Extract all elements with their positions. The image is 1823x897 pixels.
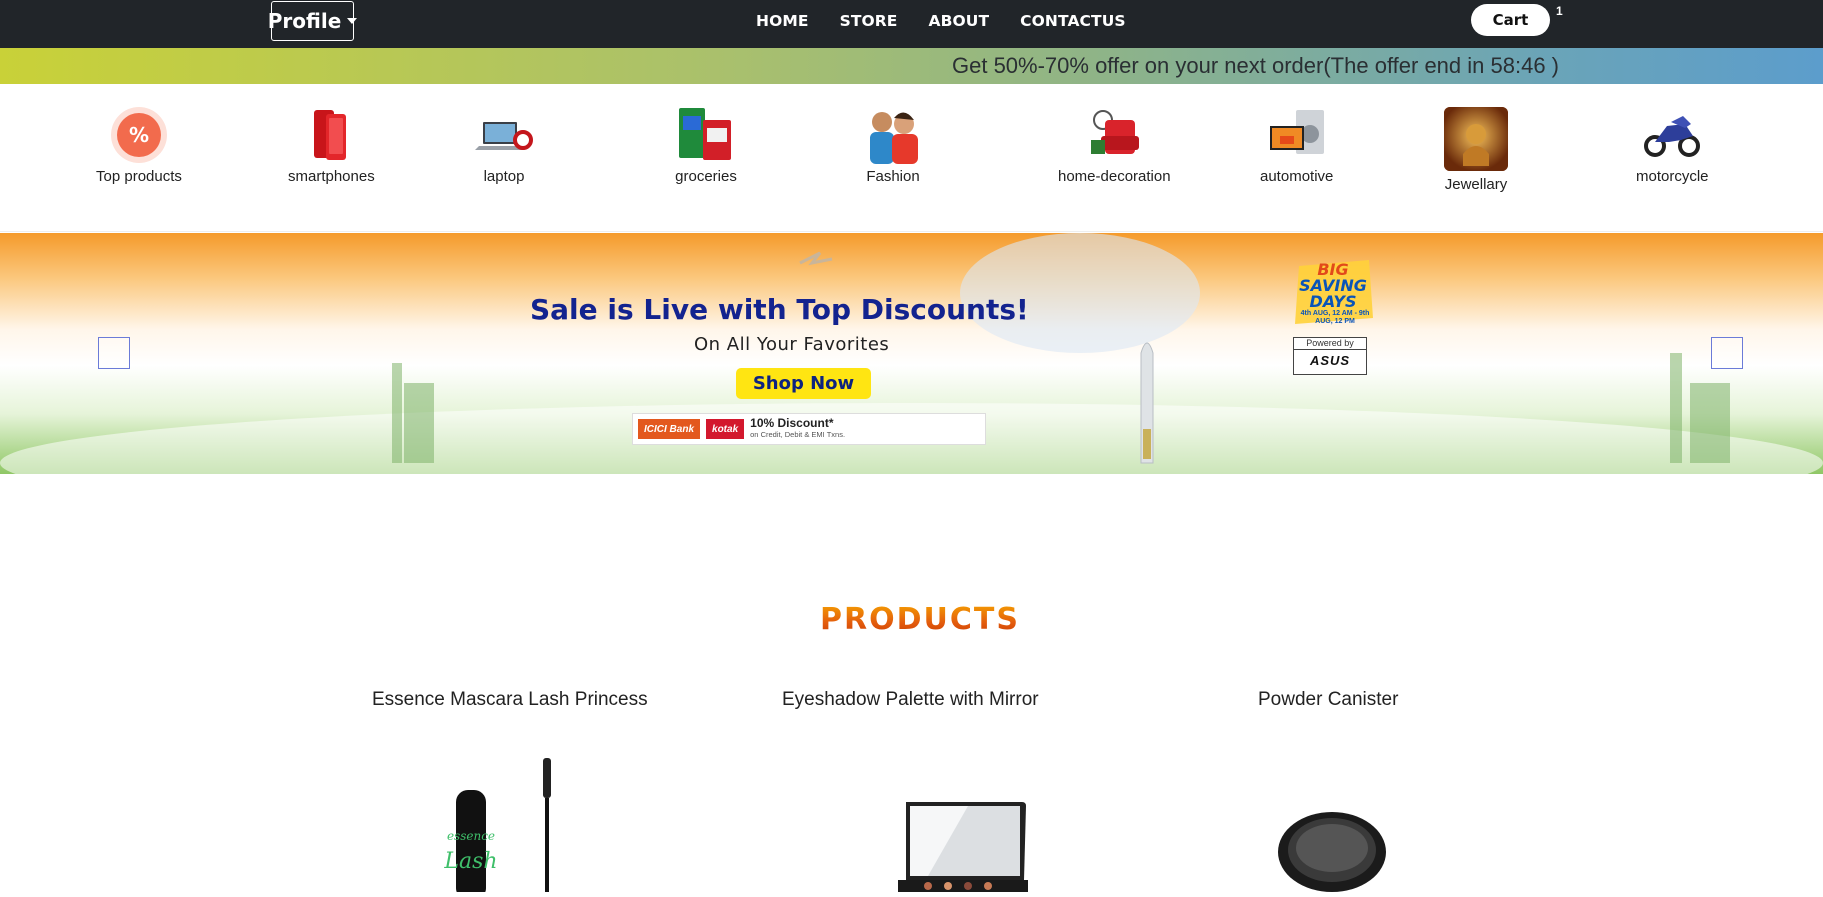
big-saving-days-badge: BIG SAVING DAYS 4th AUG, 12 AM - 9th AUG… <box>1289 258 1377 330</box>
category-groceries[interactable]: groceries <box>675 106 737 185</box>
product-name[interactable]: Eyeshadow Palette with Mirror <box>782 689 1039 711</box>
category-label: Fashion <box>866 168 920 185</box>
category-laptop[interactable]: laptop <box>473 106 535 185</box>
category-label: Jewellary <box>1444 176 1508 193</box>
nav-links: HOME STORE ABOUT CONTACTUS <box>756 0 1157 42</box>
category-label: laptop <box>483 168 525 185</box>
category-fashion[interactable]: Fashion <box>862 106 924 185</box>
product-name[interactable]: Essence Mascara Lash Princess <box>372 689 648 711</box>
kotak-bank-logo: kotak <box>706 419 745 439</box>
shop-now-button[interactable]: Shop Now <box>736 368 871 399</box>
nav-link-about[interactable]: ABOUT <box>929 12 990 30</box>
carousel-next-button[interactable] <box>1711 337 1743 369</box>
category-top-products[interactable]: % Top products <box>96 106 182 185</box>
discount-label: 10% Discount* <box>750 416 834 430</box>
banner-subtitle: On All Your Favorites <box>694 334 890 355</box>
laptop-icon <box>473 106 535 164</box>
icici-bank-logo: ICICI Bank <box>638 419 701 439</box>
bsd-heading: BIG SAVING DAYS <box>1299 260 1367 311</box>
fashion-icon <box>862 106 924 164</box>
carousel-prev-button[interactable] <box>98 337 130 369</box>
discount-note: on Credit, Debit & EMI Txns. <box>750 430 846 439</box>
nav-link-contactus[interactable]: CONTACTUS <box>1020 12 1126 30</box>
motorcycle-icon <box>1641 106 1703 164</box>
bsd-dates: 4th AUG, 12 AM - 9th AUG, 12 PM <box>1300 310 1370 325</box>
category-label: automotive <box>1260 168 1334 185</box>
powered-by-label: Powered by <box>1294 338 1366 350</box>
offer-banner: Get 50%-70% offer on your next order(The… <box>0 48 1823 84</box>
category-home-decoration[interactable]: home-decoration <box>1058 106 1171 185</box>
category-jewellary[interactable]: Jewellary <box>1443 106 1509 193</box>
powder-canister-icon[interactable] <box>1277 810 1387 897</box>
category-label: groceries <box>675 168 737 185</box>
cart-button[interactable]: Cart <box>1471 4 1550 36</box>
category-label: motorcycle <box>1636 168 1709 185</box>
nav-link-home[interactable]: HOME <box>756 12 809 30</box>
offer-text: Get 50%-70% offer on your next order(The… <box>952 53 1559 78</box>
bank-offer-strip: ICICI Bank kotak 10% Discount* on Credit… <box>632 413 986 445</box>
asus-logo: ASUS <box>1309 353 1351 368</box>
category-automotive[interactable]: automotive <box>1260 106 1333 185</box>
products-heading: PRODUCTS <box>0 602 1823 637</box>
navbar: Profile HOME STORE ABOUT CONTACTUS Cart … <box>0 0 1823 48</box>
category-label: smartphones <box>288 168 375 185</box>
cart-count-badge: 1 <box>1556 4 1563 18</box>
profile-dropdown-button[interactable]: Profile <box>267 1 358 41</box>
percent-badge-icon: % <box>108 106 170 164</box>
svg-text:%: % <box>129 123 149 147</box>
smartphone-icon <box>300 106 362 164</box>
jewellery-icon <box>1443 106 1509 172</box>
promo-carousel: Sale is Live with Top Discounts! On All … <box>0 233 1823 474</box>
eyeshadow-palette-icon[interactable] <box>898 800 1028 897</box>
category-row: % Top products smartphones laptop grocer… <box>0 84 1823 232</box>
appliances-icon <box>1266 106 1328 164</box>
category-motorcycle[interactable]: motorcycle <box>1636 106 1709 185</box>
caret-down-icon <box>347 18 358 24</box>
svg-text:Lash: Lash <box>443 849 497 874</box>
svg-text:essence: essence <box>447 829 495 843</box>
product-name[interactable]: Powder Canister <box>1258 689 1398 711</box>
bank-discount-text: 10% Discount* on Credit, Debit & EMI Txn… <box>750 417 845 441</box>
groceries-icon <box>675 106 737 164</box>
armchair-icon <box>1083 106 1145 164</box>
category-smartphones[interactable]: smartphones <box>288 106 375 185</box>
profile-label: Profile <box>267 9 342 33</box>
mascara-icon[interactable]: essence Lash <box>440 758 560 897</box>
nav-link-store[interactable]: STORE <box>840 12 898 30</box>
category-label: home-decoration <box>1058 168 1171 185</box>
category-label: Top products <box>96 168 182 185</box>
powered-by-badge: Powered by ASUS <box>1293 337 1367 375</box>
banner-title: Sale is Live with Top Discounts! <box>530 293 1029 326</box>
